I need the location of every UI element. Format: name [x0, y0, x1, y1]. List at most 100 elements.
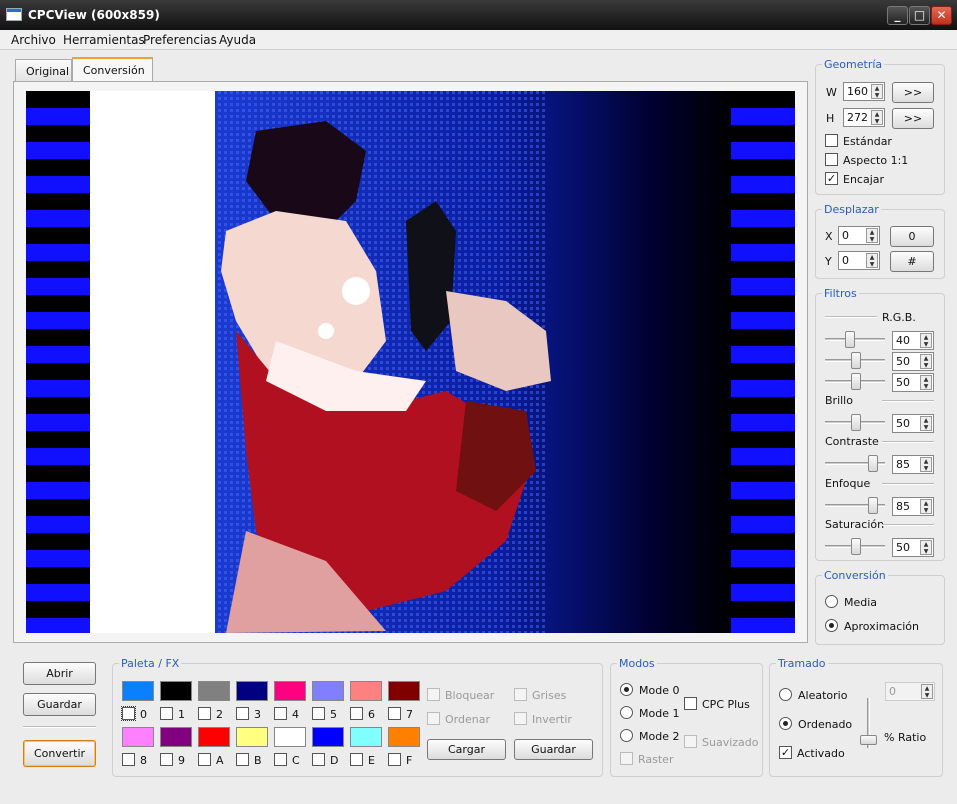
- ordenar-checkbox[interactable]: [427, 712, 440, 725]
- palette-lock-checkbox-9[interactable]: [160, 753, 173, 766]
- maximize-button[interactable]: □: [909, 6, 930, 25]
- menu-preferencias[interactable]: Preferencias: [143, 33, 217, 47]
- saturacion-spinbox[interactable]: 50 ▲ ▼: [892, 538, 934, 557]
- palette-swatch-C[interactable]: [274, 727, 306, 747]
- red-slider[interactable]: [825, 338, 885, 341]
- x-reset-button[interactable]: 0: [890, 226, 934, 247]
- raster-checkbox[interactable]: [620, 752, 633, 765]
- spin-arrows-icon[interactable]: ▲ ▼: [920, 375, 932, 390]
- height-apply-button[interactable]: >>: [892, 108, 934, 129]
- spin-arrows-icon[interactable]: ▲ ▼: [871, 110, 883, 125]
- height-spinbox[interactable]: 272 ▲ ▼: [843, 108, 885, 127]
- green-slider-handle[interactable]: [851, 352, 861, 369]
- y-center-button[interactable]: #: [890, 251, 934, 272]
- palette-swatch-4[interactable]: [274, 681, 306, 701]
- palette-swatch-1[interactable]: [160, 681, 192, 701]
- palette-lock-checkbox-7[interactable]: [388, 707, 401, 720]
- activado-checkbox[interactable]: ✓: [779, 746, 792, 759]
- mode2-radio[interactable]: [620, 729, 633, 742]
- saturacion-slider-handle[interactable]: [851, 538, 861, 555]
- blue-slider-handle[interactable]: [851, 373, 861, 390]
- palette-lock-checkbox-3[interactable]: [236, 707, 249, 720]
- x-spinbox[interactable]: 0 ▲ ▼: [838, 226, 880, 245]
- mode0-radio[interactable]: [620, 683, 633, 696]
- spin-arrows-icon[interactable]: ▲ ▼: [871, 84, 883, 99]
- menu-archivo[interactable]: Archivo: [11, 33, 56, 47]
- palette-lock-checkbox-2[interactable]: [198, 707, 211, 720]
- suavizado-checkbox[interactable]: [684, 735, 697, 748]
- contraste-spinbox[interactable]: 85 ▲ ▼: [892, 455, 934, 474]
- spin-arrows-icon[interactable]: ▲ ▼: [920, 416, 932, 431]
- spin-arrows-icon[interactable]: ▲ ▼: [920, 457, 932, 472]
- spin-arrows-icon[interactable]: ▲ ▼: [921, 684, 933, 699]
- close-button[interactable]: ✕: [931, 6, 952, 25]
- enfoque-spinbox[interactable]: 85 ▲ ▼: [892, 497, 934, 516]
- abrir-button[interactable]: Abrir: [23, 662, 96, 685]
- menu-ayuda[interactable]: Ayuda: [219, 33, 256, 47]
- ratio-slider-handle[interactable]: [860, 735, 877, 745]
- palette-lock-checkbox-A[interactable]: [198, 753, 211, 766]
- palette-lock-checkbox-D[interactable]: [312, 753, 325, 766]
- width-apply-button[interactable]: >>: [892, 82, 934, 103]
- spin-arrows-icon[interactable]: ▲ ▼: [920, 540, 932, 555]
- palette-swatch-7[interactable]: [388, 681, 420, 701]
- cpc-plus-checkbox[interactable]: [684, 697, 697, 710]
- tab-conversion[interactable]: Conversión: [72, 57, 153, 82]
- spin-arrows-icon[interactable]: ▲ ▼: [866, 228, 878, 243]
- palette-lock-checkbox-C[interactable]: [274, 753, 287, 766]
- guardar-button[interactable]: Guardar: [23, 693, 96, 716]
- guardar-palette-button[interactable]: Guardar: [514, 739, 593, 760]
- spin-arrows-icon[interactable]: ▲ ▼: [920, 354, 932, 369]
- palette-swatch-8[interactable]: [122, 727, 154, 747]
- spin-arrows-icon[interactable]: ▲ ▼: [866, 253, 878, 268]
- menu-herramientas[interactable]: Herramientas: [63, 33, 145, 47]
- enfoque-slider-handle[interactable]: [868, 497, 878, 514]
- spin-arrows-icon[interactable]: ▲ ▼: [920, 333, 932, 348]
- palette-swatch-6[interactable]: [350, 681, 382, 701]
- media-radio[interactable]: [825, 595, 838, 608]
- red-spinbox[interactable]: 40 ▲ ▼: [892, 331, 934, 350]
- palette-lock-checkbox-6[interactable]: [350, 707, 363, 720]
- convertir-button[interactable]: Convertir: [23, 740, 96, 767]
- spin-arrows-icon[interactable]: ▲ ▼: [920, 499, 932, 514]
- palette-swatch-5[interactable]: [312, 681, 344, 701]
- palette-swatch-B[interactable]: [236, 727, 268, 747]
- bloquear-checkbox[interactable]: [427, 688, 440, 701]
- width-spinbox[interactable]: 160 ▲ ▼: [843, 82, 885, 101]
- palette-swatch-A[interactable]: [198, 727, 230, 747]
- aleatorio-radio[interactable]: [779, 688, 792, 701]
- brillo-spinbox[interactable]: 50 ▲ ▼: [892, 414, 934, 433]
- aproximacion-radio[interactable]: [825, 619, 838, 632]
- minimize-button[interactable]: _: [887, 6, 908, 25]
- palette-swatch-F[interactable]: [388, 727, 420, 747]
- palette-lock-checkbox-5[interactable]: [312, 707, 325, 720]
- ratio-spinbox[interactable]: 0 ▲ ▼: [885, 682, 935, 701]
- green-spinbox[interactable]: 50 ▲ ▼: [892, 352, 934, 371]
- invertir-checkbox[interactable]: [514, 712, 527, 725]
- ordenado-radio[interactable]: [779, 717, 792, 730]
- palette-lock-checkbox-4[interactable]: [274, 707, 287, 720]
- cargar-palette-button[interactable]: Cargar: [427, 739, 506, 760]
- palette-lock-checkbox-F[interactable]: [388, 753, 401, 766]
- mode1-radio[interactable]: [620, 706, 633, 719]
- estandar-checkbox[interactable]: [825, 134, 838, 147]
- contraste-slider-handle[interactable]: [868, 455, 878, 472]
- palette-swatch-0[interactable]: [122, 681, 154, 701]
- palette-lock-checkbox-1[interactable]: [160, 707, 173, 720]
- aspecto-checkbox[interactable]: [825, 153, 838, 166]
- brillo-slider-handle[interactable]: [851, 414, 861, 431]
- palette-lock-checkbox-8[interactable]: [122, 753, 135, 766]
- grises-checkbox[interactable]: [514, 688, 527, 701]
- tab-original[interactable]: Original: [15, 59, 72, 81]
- encajar-checkbox[interactable]: ✓: [825, 172, 838, 185]
- palette-swatch-D[interactable]: [312, 727, 344, 747]
- y-spinbox[interactable]: 0 ▲ ▼: [838, 251, 880, 270]
- palette-lock-checkbox-B[interactable]: [236, 753, 249, 766]
- palette-swatch-2[interactable]: [198, 681, 230, 701]
- palette-swatch-3[interactable]: [236, 681, 268, 701]
- blue-spinbox[interactable]: 50 ▲ ▼: [892, 373, 934, 392]
- palette-lock-checkbox-0[interactable]: [121, 706, 136, 721]
- palette-swatch-E[interactable]: [350, 727, 382, 747]
- red-slider-handle[interactable]: [845, 331, 855, 348]
- palette-lock-checkbox-E[interactable]: [350, 753, 363, 766]
